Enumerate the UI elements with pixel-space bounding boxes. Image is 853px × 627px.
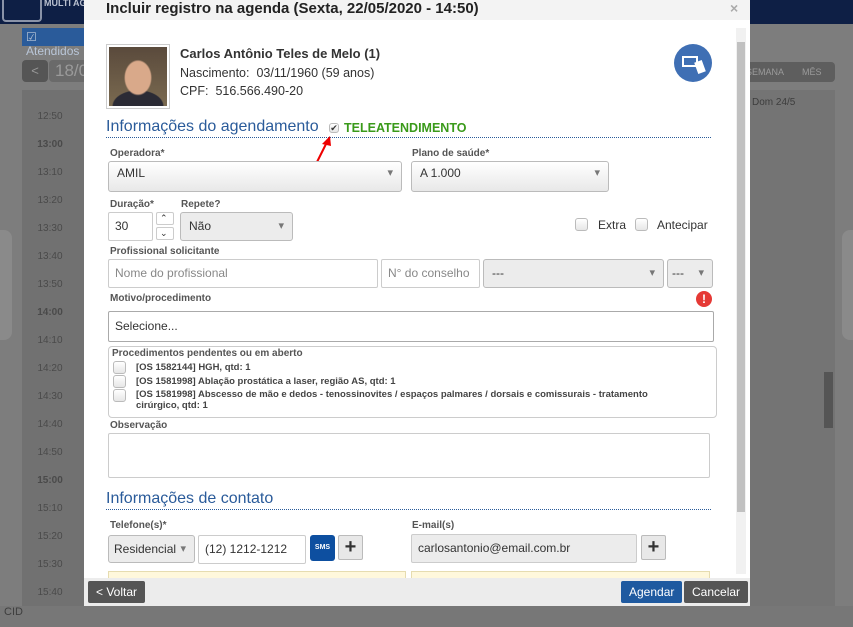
- telefone-input[interactable]: (12) 1212-1212: [198, 535, 306, 564]
- modal-title: Incluir registro na agenda (Sexta, 22/05…: [106, 0, 479, 17]
- time-slot: 14:40: [37, 419, 63, 430]
- duracao-label: Duração*: [110, 199, 154, 210]
- attended-filter[interactable]: ☑ Atendidos: [22, 28, 92, 58]
- time-slot: 13:40: [37, 251, 63, 262]
- close-icon[interactable]: ×: [730, 0, 738, 16]
- observacao-textarea[interactable]: [108, 433, 710, 478]
- time-slot: 12:50: [37, 111, 63, 122]
- pending-label: Procedimentos pendentes ou em aberto: [112, 348, 303, 359]
- procedure-item: [OS 1582144] HGH, qtd: 1: [136, 362, 251, 373]
- telefone-tipo-select[interactable]: Residencial: [108, 535, 195, 563]
- time-slot: 15:00: [37, 475, 63, 486]
- email-input[interactable]: carlosantonio@email.com.br: [411, 534, 637, 563]
- schedule-button[interactable]: Agendar: [621, 581, 683, 603]
- plano-select[interactable]: A 1.000: [411, 161, 609, 192]
- time-slot: 13:10: [37, 167, 63, 178]
- increment-button[interactable]: ⌃: [156, 212, 174, 225]
- sms-button[interactable]: SMS: [310, 535, 335, 561]
- bottom-bar: CID: [0, 606, 853, 627]
- time-slot: 14:50: [37, 447, 63, 458]
- patient-birth: Nascimento: 03/11/1960 (59 anos): [180, 66, 375, 80]
- prev-button[interactable]: <: [22, 60, 48, 82]
- time-slot: 14:30: [37, 391, 63, 402]
- schedule-modal: Incluir registro na agenda (Sexta, 22/05…: [84, 0, 750, 606]
- procedure-item: [OS 1581998] Ablação prostática a laser,…: [136, 376, 396, 387]
- modal-scroll-thumb[interactable]: [737, 42, 745, 512]
- add-phone-button[interactable]: +: [338, 535, 363, 560]
- pending-procedures: Procedimentos pendentes ou em aberto [OS…: [108, 346, 717, 418]
- tab-week[interactable]: SEMANA: [746, 67, 784, 77]
- time-slot: 13:30: [37, 223, 63, 234]
- operadora-select[interactable]: AMIL: [108, 161, 402, 192]
- antecipar-checkbox[interactable]: [635, 218, 648, 231]
- observacao-label: Observação: [110, 420, 168, 431]
- cid-label: CID: [4, 606, 23, 618]
- email-label: E-mail(s): [412, 520, 455, 531]
- plano-label: Plano de saúde*: [412, 148, 490, 159]
- day-header: Dom 24/5: [752, 97, 796, 108]
- repete-select[interactable]: Não: [180, 212, 293, 241]
- cancel-button[interactable]: Cancelar: [684, 581, 749, 603]
- time-slot: 15:40: [37, 587, 63, 598]
- extra-checkbox[interactable]: [575, 218, 588, 231]
- conselho-input[interactable]: N° do conselho: [381, 259, 480, 288]
- back-button[interactable]: < Voltar: [88, 581, 146, 603]
- operadora-label: Operadora*: [110, 148, 165, 159]
- telemedicine-icon[interactable]: [674, 44, 712, 82]
- time-slot: 14:20: [37, 363, 63, 374]
- time-slot: 13:20: [37, 195, 63, 206]
- tab-month[interactable]: MÊS: [802, 67, 822, 77]
- time-slot: 15:10: [37, 503, 63, 514]
- profissional-input[interactable]: Nome do profissional: [108, 259, 378, 288]
- time-slot: 14:10: [37, 335, 63, 346]
- profissional-label: Profissional solicitante: [110, 246, 220, 257]
- repete-label: Repete?: [181, 199, 221, 210]
- logo-icon: [2, 0, 42, 22]
- time-slot: 13:00: [37, 139, 63, 150]
- motivo-label: Motivo/procedimento: [110, 293, 212, 304]
- contact-section-title: Informações de contato: [106, 490, 711, 510]
- time-slot: 15:30: [37, 559, 63, 570]
- scrollbar[interactable]: [824, 372, 833, 428]
- motivo-select[interactable]: Selecione...: [108, 311, 714, 342]
- calendar-column: [750, 90, 835, 610]
- duracao-input[interactable]: 30: [108, 212, 153, 241]
- time-slot: 13:50: [37, 279, 63, 290]
- telefone-label: Telefone(s)*: [110, 520, 167, 531]
- procedure-item: [OS 1581998] Abscesso de mão e dedos - t…: [136, 389, 648, 411]
- date-label: 18/0: [49, 60, 89, 82]
- teleatendimento-checkbox[interactable]: ✔: [329, 123, 339, 133]
- time-slot: 14:00: [37, 307, 63, 318]
- extra-label: Extra: [598, 218, 627, 232]
- next-arrow[interactable]: [842, 230, 853, 340]
- antecipar-label: Antecipar: [657, 218, 708, 232]
- procedure-checkbox[interactable]: [113, 375, 126, 388]
- patient-name: Carlos Antônio Teles de Melo (1): [180, 46, 381, 61]
- prev-arrow[interactable]: [0, 230, 12, 340]
- decrement-button[interactable]: ⌄: [156, 227, 174, 240]
- time-slot: 15:20: [37, 531, 63, 542]
- uf-select[interactable]: ---: [667, 259, 713, 288]
- view-tabs: SEMANA MÊS: [740, 62, 835, 82]
- add-email-button[interactable]: +: [641, 535, 666, 560]
- patient-photo: [106, 44, 170, 109]
- conselho-type-select[interactable]: ---: [483, 259, 664, 288]
- procedure-checkbox[interactable]: [113, 361, 126, 374]
- alert-icon: !: [696, 291, 712, 307]
- procedure-checkbox[interactable]: [113, 389, 126, 402]
- teleatendimento-label: TELEATENDIMENTO: [344, 121, 467, 135]
- patient-cpf: CPF: 516.566.490-20: [180, 84, 304, 98]
